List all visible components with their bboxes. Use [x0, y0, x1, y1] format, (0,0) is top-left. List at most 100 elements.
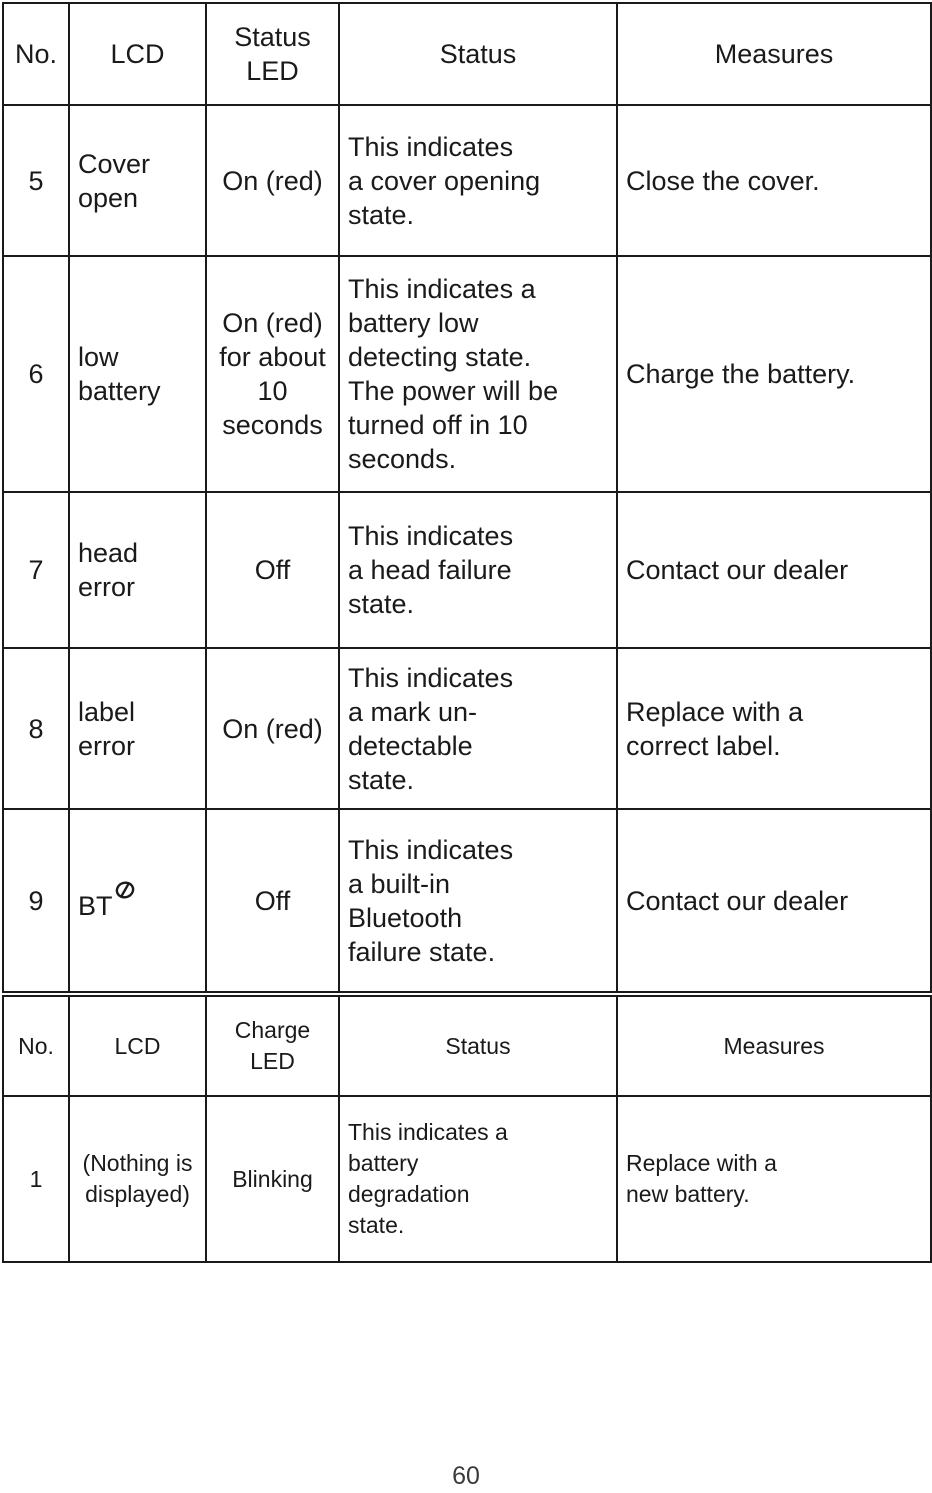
status-line2: a head failure: [348, 555, 512, 585]
status-line1: This indicates: [348, 662, 514, 693]
header-status-led: Status LED: [205, 2, 340, 106]
row-measures: Contact our dealer: [616, 491, 932, 649]
table-row: 1 (Nothing is displayed) Blinking This i…: [2, 1095, 932, 1263]
measures-line1: Replace with a: [626, 1150, 777, 1176]
lcd-line2: error: [78, 572, 136, 602]
status-line3: state.: [348, 589, 415, 619]
document-page: No. LCD Status LED Status Measures 5 Cov…: [0, 0, 932, 1493]
status-line1: This indicates a: [348, 274, 536, 304]
measures-line1: Contact our dealer: [626, 885, 849, 916]
row-led: On (red): [205, 647, 340, 810]
lcd-line1: label: [78, 696, 136, 727]
bt-label: BT: [78, 890, 113, 921]
lcd-line2: displayed): [85, 1181, 190, 1207]
status-line6: seconds.: [348, 444, 457, 474]
row-no: 5: [2, 104, 70, 257]
row-lcd: head error: [68, 491, 207, 649]
status-line2: a built-in: [348, 868, 451, 899]
row-no: 9: [2, 808, 70, 993]
row-measures: Charge the battery.: [616, 255, 932, 493]
status-led-table: No. LCD Status LED Status Measures 5 Cov…: [2, 2, 932, 993]
header-no: No.: [2, 995, 70, 1097]
page-number: 60: [452, 1462, 480, 1490]
row-led: Off: [205, 491, 340, 649]
row-measures: Close the cover.: [616, 104, 932, 257]
status-line2: a cover opening: [348, 165, 541, 196]
charge-led-table: No. LCD Charge LED Status Measures 1 (No…: [2, 995, 932, 1263]
header-status-led-line2: LED: [246, 56, 299, 86]
row-lcd: low battery: [68, 255, 207, 493]
lcd-line1: Cover: [78, 148, 151, 179]
row-led: On (red): [205, 104, 340, 257]
table-row: 7 head error Off This indicates a head f…: [2, 491, 932, 649]
table-row: 9 BT Off This indicates a built-in Bluet…: [2, 808, 932, 993]
lcd-line2: error: [78, 730, 136, 761]
measures-line1: Contact our dealer: [626, 555, 849, 585]
header-status-led-line1: Status: [234, 22, 311, 52]
row-measures: Replace with a new battery.: [616, 1095, 932, 1263]
status-line2: battery low: [348, 308, 479, 338]
row-status: This indicates a mark un- detectable sta…: [338, 647, 618, 810]
table-header-row: No. LCD Status LED Status Measures: [2, 2, 932, 106]
lcd-line2: battery: [78, 376, 161, 406]
row-status: This indicates a cover opening state.: [338, 104, 618, 257]
lcd-line1: low: [78, 342, 119, 372]
status-line4: state.: [348, 764, 415, 795]
status-line3: detecting state.: [348, 342, 532, 372]
table-row: 6 low battery On (red) for about 10 seco…: [2, 255, 932, 493]
status-line1: This indicates: [348, 521, 514, 551]
status-line3: state.: [348, 199, 415, 230]
measures-line1: Replace with a: [626, 696, 804, 727]
prohibited-icon: [114, 875, 136, 909]
table-row: 5 Cover open On (red) This indicates a c…: [2, 104, 932, 257]
status-line5: turned off in 10: [348, 410, 528, 440]
row-led: On (red) for about 10 seconds: [205, 255, 340, 493]
header-measures: Measures: [616, 995, 932, 1097]
measures-line1: Charge the battery.: [626, 359, 856, 389]
row-lcd: Cover open: [68, 104, 207, 257]
lcd-line1: (Nothing is: [82, 1150, 193, 1176]
lcd-line1: head: [78, 538, 139, 568]
bluetooth-indicator: BT: [78, 879, 136, 923]
header-measures: Measures: [616, 2, 932, 106]
status-line3: Bluetooth: [348, 902, 463, 933]
status-line3: detectable: [348, 730, 473, 761]
lcd-line2: open: [78, 182, 139, 213]
led-line4: seconds: [222, 410, 323, 440]
row-status: This indicates a battery low detecting s…: [338, 255, 618, 493]
header-no: No.: [2, 2, 70, 106]
row-measures: Contact our dealer: [616, 808, 932, 993]
row-status: This indicates a battery degradation sta…: [338, 1095, 618, 1263]
table-row: 8 label error On (red) This indicates a …: [2, 647, 932, 810]
status-line4: The power will be: [348, 376, 559, 406]
row-no: 6: [2, 255, 70, 493]
status-line2: a mark un-: [348, 696, 478, 727]
led-line3: 10: [257, 376, 288, 406]
row-no: 8: [2, 647, 70, 810]
table-header-row: No. LCD Charge LED Status Measures: [2, 995, 932, 1097]
header-status: Status: [338, 2, 618, 106]
row-status: This indicates a head failure state.: [338, 491, 618, 649]
row-lcd: (Nothing is displayed): [68, 1095, 207, 1263]
row-led: Off: [205, 808, 340, 993]
row-lcd: BT: [68, 808, 207, 993]
header-charge-led-line1: Charge: [234, 1017, 311, 1043]
led-line1: On (red): [222, 308, 323, 338]
header-lcd: LCD: [68, 995, 207, 1097]
measures-line2: new battery.: [626, 1181, 750, 1207]
status-line1: This indicates: [348, 834, 514, 865]
row-led: Blinking: [205, 1095, 340, 1263]
status-line1: This indicates a: [348, 1119, 508, 1145]
row-lcd: label error: [68, 647, 207, 810]
row-status: This indicates a built-in Bluetooth fail…: [338, 808, 618, 993]
row-no: 7: [2, 491, 70, 649]
led-line2: for about: [219, 342, 326, 372]
measures-line2: correct label.: [626, 730, 781, 761]
status-line1: This indicates: [348, 131, 514, 162]
status-line2: battery: [348, 1150, 419, 1176]
row-measures: Replace with a correct label.: [616, 647, 932, 810]
status-line4: failure state.: [348, 936, 496, 967]
row-no: 1: [2, 1095, 70, 1263]
header-lcd: LCD: [68, 2, 207, 106]
status-line3: degradation: [348, 1181, 470, 1207]
